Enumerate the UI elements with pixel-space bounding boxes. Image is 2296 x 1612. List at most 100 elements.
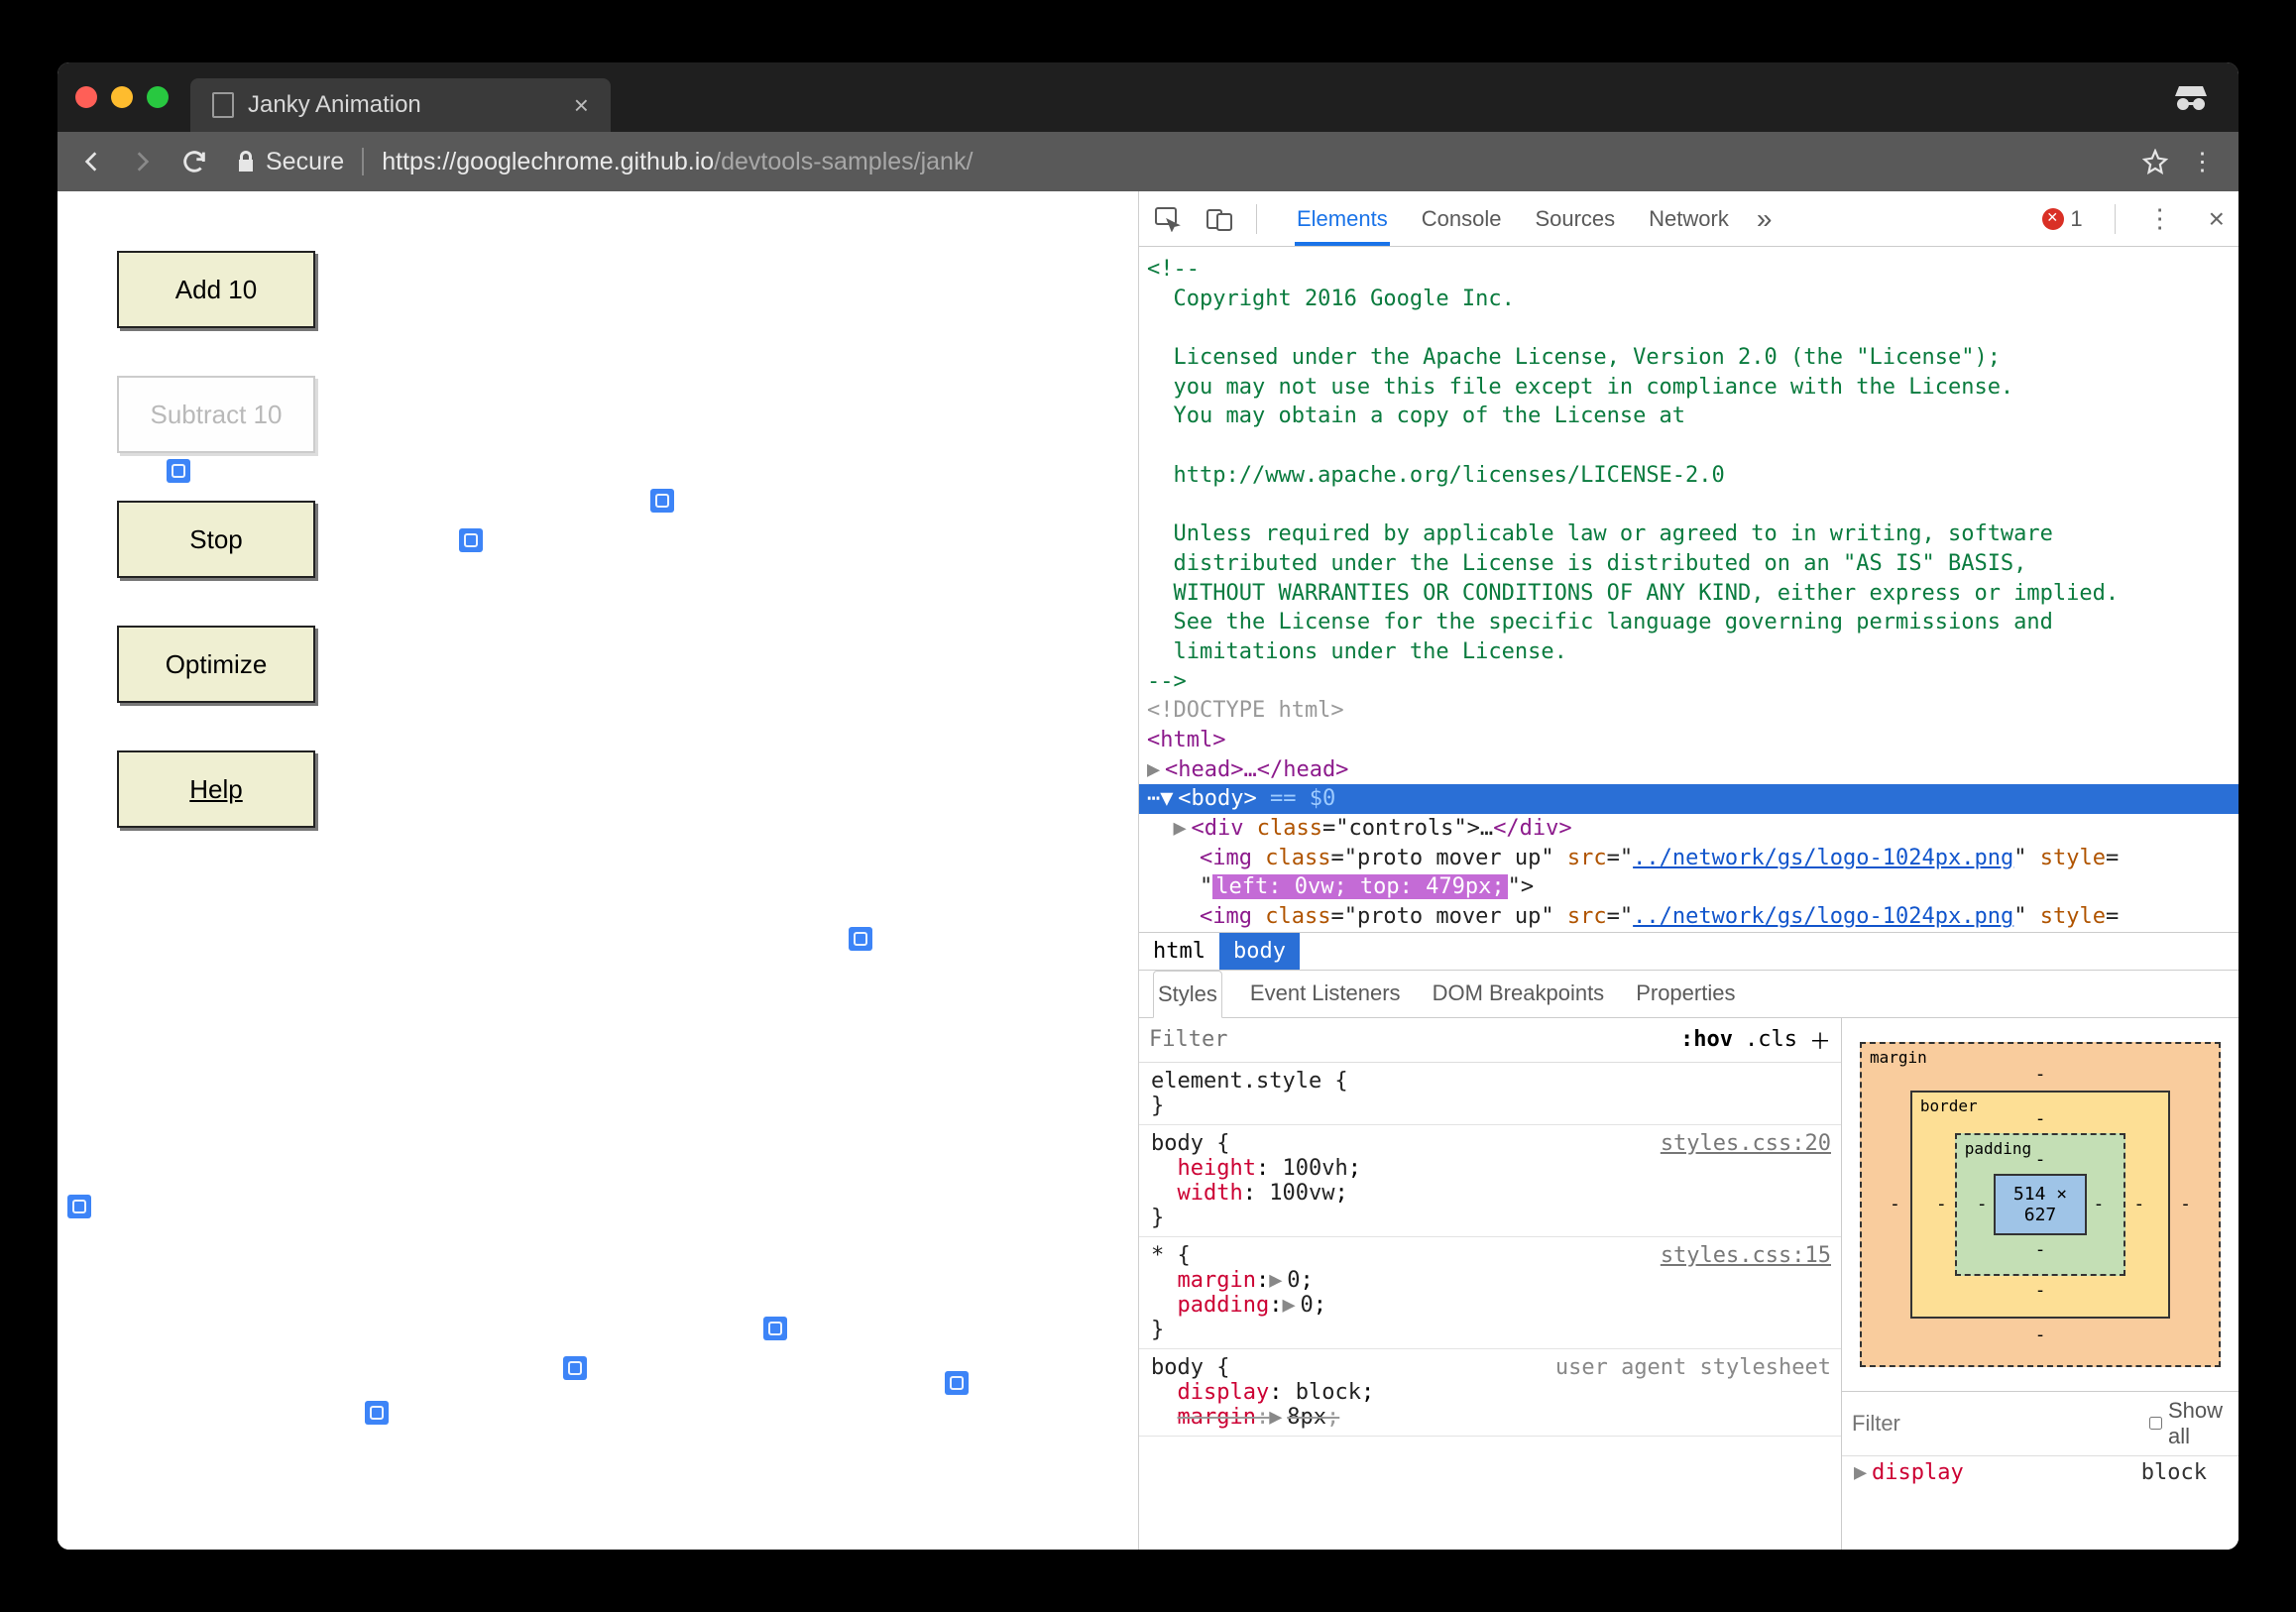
rule-body[interactable]: styles.css:20 body { height: 100vh; widt… <box>1139 1125 1841 1237</box>
blank <box>1139 431 2239 461</box>
mover-icon <box>650 489 674 513</box>
comment-line: --> <box>1139 667 2239 697</box>
crumb-html[interactable]: html <box>1139 933 1219 970</box>
optimize-button[interactable]: Optimize <box>117 626 315 703</box>
crumb-body[interactable]: body <box>1219 933 1300 970</box>
computed-filter-input[interactable] <box>1852 1411 2137 1437</box>
tab-console[interactable]: Console <box>1420 192 1504 246</box>
window-controls <box>75 86 169 108</box>
menu-icon[interactable]: ⋮ <box>2180 147 2225 176</box>
controls-div[interactable]: ▶<div class="controls">…</div> <box>1139 814 2239 844</box>
more-tabs-icon[interactable]: » <box>1757 203 1773 235</box>
ua-label: user agent stylesheet <box>1555 1355 1831 1380</box>
devtools-toolbar: Elements Console Sources Network » 1 ⋮ × <box>1139 191 2239 247</box>
source-link[interactable]: styles.css:15 <box>1661 1243 1831 1268</box>
selector: element.style { <box>1151 1069 1829 1094</box>
img-node[interactable]: <img class="proto mover up" src="../netw… <box>1139 902 2239 932</box>
computed-prop[interactable]: ▶display block <box>1842 1456 2239 1489</box>
mover-icon <box>945 1371 969 1395</box>
new-rule-icon[interactable]: ＋ <box>1809 1024 1831 1056</box>
divider <box>2115 204 2116 234</box>
mover-icon <box>167 459 190 483</box>
error-icon <box>2042 208 2064 230</box>
body-tag-selected[interactable]: ⋯▼<body> == $0 <box>1139 784 2239 814</box>
tab-network[interactable]: Network <box>1647 192 1731 246</box>
rule-body-ua[interactable]: user agent stylesheet body { display: bl… <box>1139 1349 1841 1437</box>
breadcrumb: html body <box>1139 932 2239 971</box>
bookmark-icon[interactable] <box>2142 149 2168 174</box>
browser-window: Janky Animation × Secure https://googlec… <box>57 62 2239 1550</box>
subtab-styles[interactable]: Styles <box>1153 971 1222 1018</box>
page-icon <box>212 92 234 118</box>
tab-title: Janky Animation <box>248 91 421 119</box>
comment-line: Copyright 2016 Google Inc. <box>1139 285 2239 314</box>
comment-line: <!-- <box>1139 255 2239 285</box>
help-button[interactable]: Help <box>117 750 315 828</box>
comment-line: See the License for the specific languag… <box>1139 608 2239 637</box>
dom-tree[interactable]: <!-- Copyright 2016 Google Inc. Licensed… <box>1139 247 2239 932</box>
show-all-toggle[interactable]: Show all <box>2149 1398 2229 1449</box>
security-indicator[interactable]: Secure <box>236 148 344 176</box>
maximize-window-icon[interactable] <box>147 86 169 108</box>
box-model[interactable]: margin - - border - - padding - - 514 <box>1842 1018 2239 1391</box>
error-indicator[interactable]: 1 <box>2042 206 2082 232</box>
tab-elements[interactable]: Elements <box>1295 192 1390 246</box>
devtools-close-icon[interactable]: × <box>2209 203 2225 235</box>
add-button[interactable]: Add 10 <box>117 251 315 328</box>
divider <box>362 148 364 175</box>
html-tag[interactable]: <html> <box>1139 726 2239 755</box>
head-tag[interactable]: ▶<head>…</head> <box>1139 755 2239 785</box>
subtab-properties[interactable]: Properties <box>1632 971 1739 1017</box>
devtools-menu-icon[interactable]: ⋮ <box>2147 203 2173 234</box>
page-viewport: Add 10 Subtract 10 Stop Optimize Help <box>57 191 1138 1550</box>
styles-area: :hov .cls ＋ element.style { } styles.css… <box>1139 1018 2239 1550</box>
url[interactable]: https://googlechrome.github.io/devtools-… <box>382 148 973 176</box>
reload-icon[interactable] <box>174 148 214 175</box>
show-all-checkbox[interactable] <box>2149 1417 2162 1430</box>
comment-line: you may not use this file except in comp… <box>1139 373 2239 403</box>
back-icon[interactable] <box>71 149 111 174</box>
subtab-event-listeners[interactable]: Event Listeners <box>1246 971 1405 1017</box>
tab-sources[interactable]: Sources <box>1533 192 1617 246</box>
comment-line: limitations under the License. <box>1139 637 2239 667</box>
mover-icon <box>67 1195 91 1218</box>
rule-universal[interactable]: styles.css:15 * { margin:▶0; padding:▶0;… <box>1139 1237 1841 1349</box>
minimize-window-icon[interactable] <box>111 86 133 108</box>
subtract-button: Subtract 10 <box>117 376 315 453</box>
divider <box>1256 204 1257 234</box>
styles-tabs: Styles Event Listeners DOM Breakpoints P… <box>1139 971 2239 1018</box>
close-window-icon[interactable] <box>75 86 97 108</box>
stop-button[interactable]: Stop <box>117 501 315 578</box>
mover-icon <box>365 1401 389 1425</box>
hov-toggle[interactable]: :hov <box>1680 1027 1733 1052</box>
rule-element-style[interactable]: element.style { } <box>1139 1063 1841 1125</box>
tab-close-icon[interactable]: × <box>574 90 589 121</box>
styles-filter-row: :hov .cls ＋ <box>1139 1018 1841 1063</box>
error-count: 1 <box>2070 206 2082 232</box>
img-node[interactable]: <img class="proto mover up" src="../netw… <box>1139 844 2239 873</box>
mover-icon <box>849 927 872 951</box>
devtools-tabs: Elements Console Sources Network <box>1295 192 1731 246</box>
computed-filter-row: Show all <box>1842 1392 2239 1456</box>
devtools-panel: Elements Console Sources Network » 1 ⋮ ×… <box>1138 191 2239 1550</box>
comment-line: Unless required by applicable law or agr… <box>1139 519 2239 549</box>
controls-panel: Add 10 Subtract 10 Stop Optimize Help <box>117 251 315 828</box>
browser-tab[interactable]: Janky Animation × <box>190 78 611 132</box>
address-bar: Secure https://googlechrome.github.io/de… <box>57 132 2239 191</box>
computed-pane: Show all ▶display block <box>1842 1391 2239 1489</box>
inspect-icon[interactable] <box>1153 206 1183 232</box>
blank <box>1139 313 2239 343</box>
cls-toggle[interactable]: .cls <box>1745 1027 1797 1052</box>
img-style[interactable]: "left: 0vw; top: 479px;"> <box>1139 872 2239 902</box>
doctype: <!DOCTYPE html> <box>1139 696 2239 726</box>
comment-line: http://www.apache.org/licenses/LICENSE-2… <box>1139 461 2239 491</box>
blank <box>1139 491 2239 520</box>
comment-line: distributed under the License is distrib… <box>1139 549 2239 579</box>
styles-filter-input[interactable] <box>1149 1027 1668 1052</box>
device-toggle-icon[interactable] <box>1205 206 1234 232</box>
subtab-dom-breakpoints[interactable]: DOM Breakpoints <box>1429 971 1609 1017</box>
comment-line: You may obtain a copy of the License at <box>1139 402 2239 431</box>
mover-icon <box>763 1317 787 1340</box>
mover-icon <box>563 1356 587 1380</box>
source-link[interactable]: styles.css:20 <box>1661 1131 1831 1156</box>
